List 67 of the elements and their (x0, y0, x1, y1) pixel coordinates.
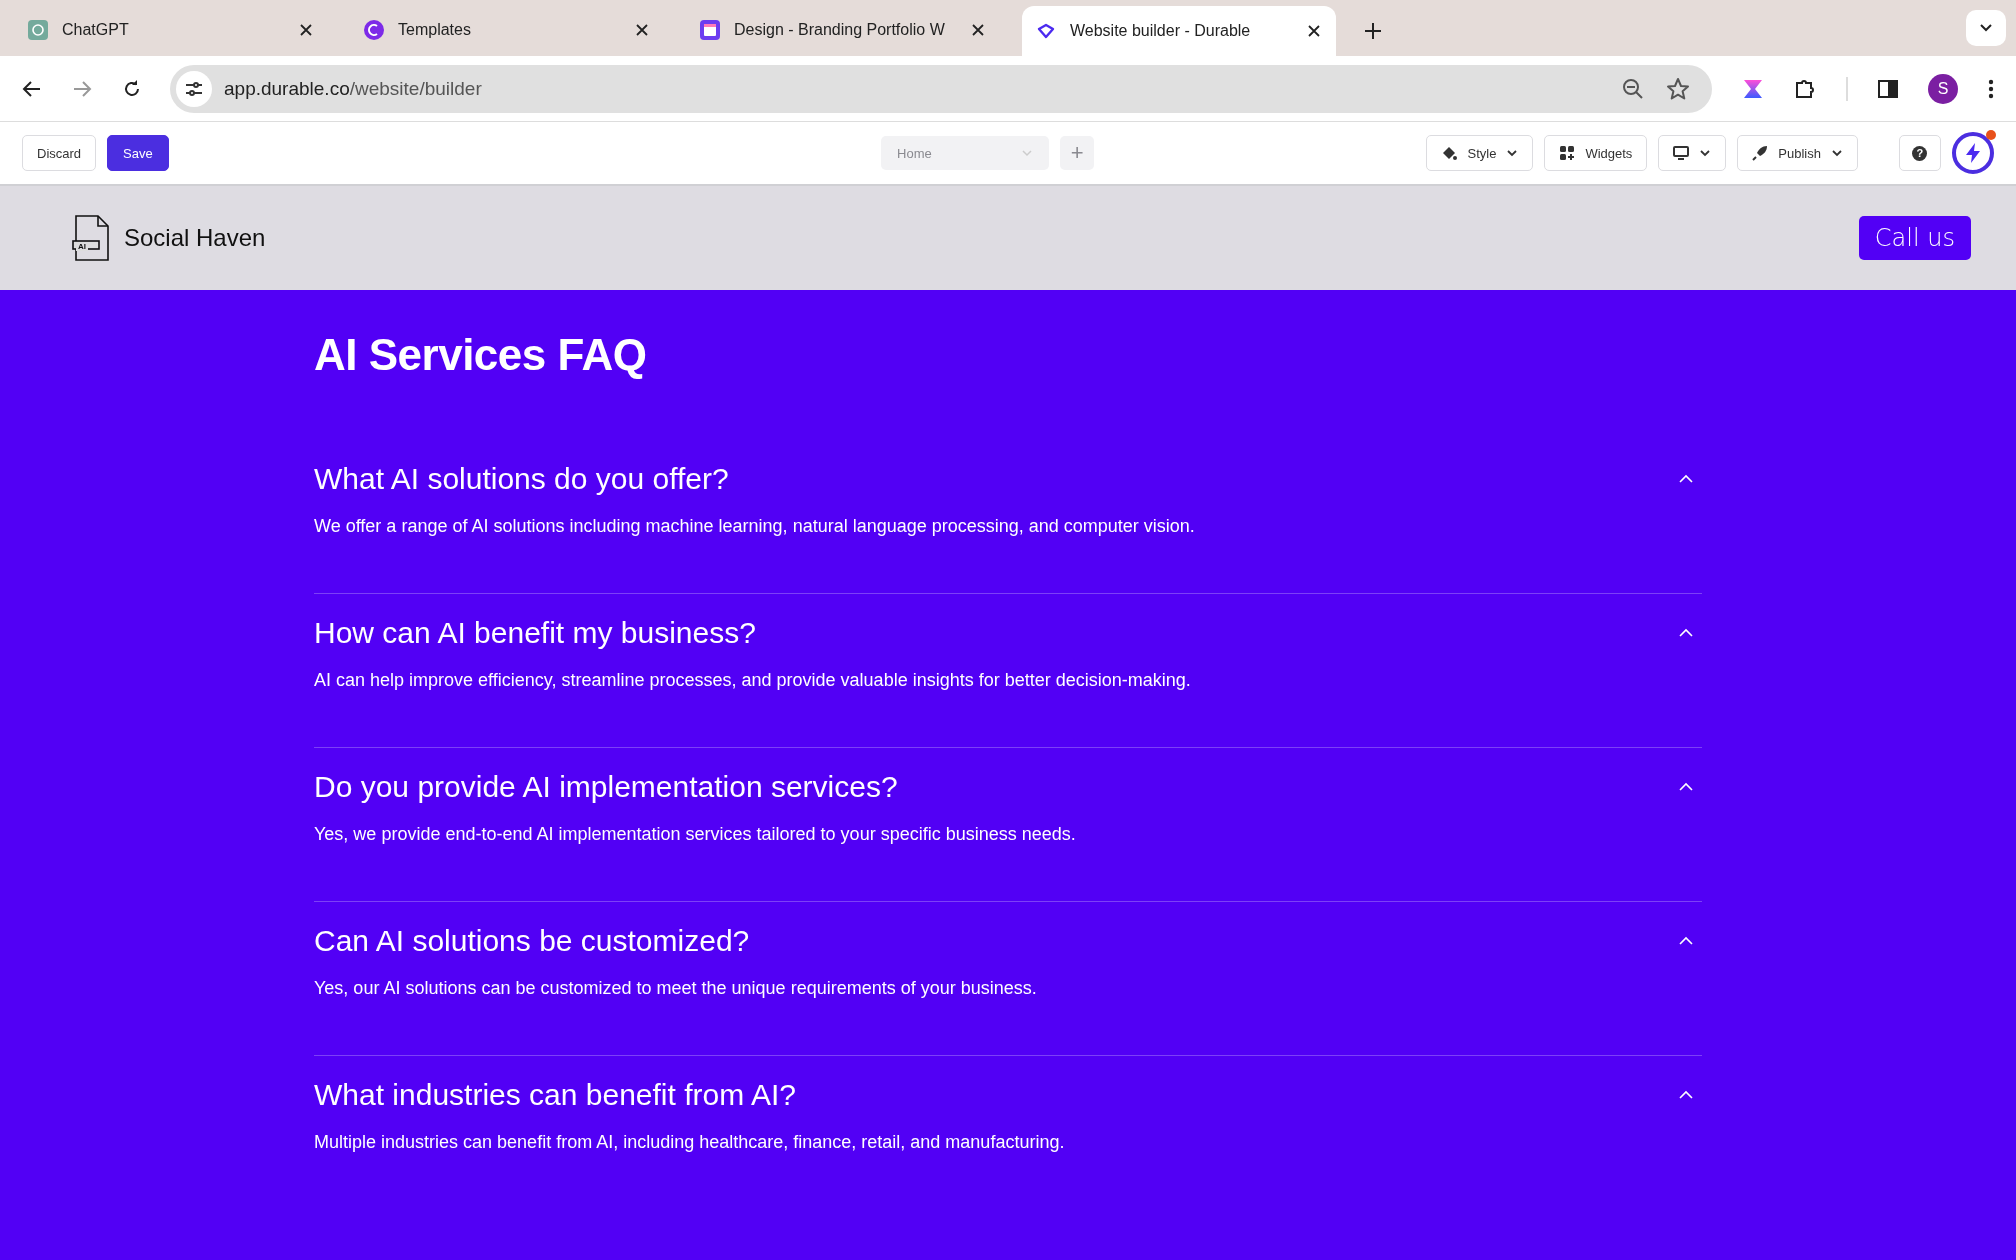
browser-tab[interactable]: Website builder - Durable (1022, 6, 1336, 56)
tab-title: Design - Branding Portfolio W (734, 21, 946, 39)
puzzle-piece-icon[interactable] (1794, 77, 1816, 100)
url-text: app.durable.co/website/builder (224, 77, 482, 100)
faq-answer: Multiple industries can benefit from AI, including healthcare, finance, retail, and manufacturing. (314, 1132, 1066, 1153)
faq-question[interactable]: Do you provide AI implementation services? (314, 770, 898, 804)
faq-answer: Yes, we provide end-to-end AI implementation services tailored to your specific business needs. (314, 824, 1077, 845)
notification-dot (1986, 130, 1996, 140)
faq-question[interactable]: How can AI benefit my business? (314, 616, 756, 650)
faq-title: AI Services FAQ (314, 330, 648, 380)
faq-answer: We offer a range of AI solutions including machine learning, natural language processing, and computer vision. (314, 516, 1196, 537)
widgets-grid-icon (1559, 145, 1576, 161)
logo-label: AI (76, 243, 88, 251)
site-info-button[interactable] (176, 70, 212, 107)
call-us-button[interactable]: Call us (1858, 216, 1971, 260)
chevron-down-icon (1506, 149, 1519, 157)
forward-arrow-icon[interactable] (72, 78, 92, 99)
tab-title: Website builder - Durable (1070, 22, 1252, 40)
discard-button[interactable]: Discard (22, 135, 97, 171)
chevron-down-icon (1831, 149, 1843, 157)
side-panel-icon[interactable] (1878, 78, 1898, 99)
tab-title: Templates (398, 21, 472, 39)
faq-question[interactable]: What industries can benefit from AI? (314, 1078, 796, 1112)
chevron-up-icon[interactable] (1678, 782, 1694, 792)
close-icon[interactable] (298, 22, 314, 38)
browser-tab[interactable]: ChatGPT (14, 6, 328, 54)
assistant-button[interactable] (1952, 132, 1994, 174)
tab-title: ChatGPT (62, 21, 130, 39)
chevron-up-icon[interactable] (1678, 474, 1694, 484)
tab-search-button[interactable] (1966, 10, 2006, 46)
faq-answer: AI can help improve efficiency, streamline processes, and provide valuable insights for better decision-making. (314, 670, 1192, 691)
browser-tab[interactable]: Design - Branding Portfolio W (686, 6, 1000, 54)
zoom-out-icon[interactable] (1622, 77, 1644, 100)
device-preview-button[interactable] (1658, 135, 1727, 171)
publish-button[interactable]: Publish (1737, 135, 1858, 171)
save-button[interactable]: Save (107, 135, 169, 171)
address-bar[interactable]: app.durable.co/website/builder (170, 64, 1712, 113)
hourglass-icon[interactable] (1742, 77, 1764, 100)
window-logo-icon (700, 20, 720, 40)
profile-avatar[interactable]: S (1928, 73, 1958, 104)
chevron-down-icon (1021, 149, 1034, 157)
chevron-down-icon (1699, 149, 1712, 157)
close-icon[interactable] (634, 22, 650, 38)
plus-icon[interactable] (1364, 22, 1382, 40)
reload-icon[interactable] (122, 78, 142, 99)
back-arrow-icon[interactable] (22, 78, 42, 99)
faq-answer: Yes, our AI solutions can be customized to meet the unique requirements of your business. (314, 978, 1038, 999)
close-icon[interactable] (1306, 23, 1322, 39)
style-button[interactable]: Style (1426, 135, 1534, 171)
more-menu-icon[interactable] (1988, 78, 1994, 99)
chevron-down-icon (1979, 23, 1993, 33)
lightning-bolt-icon (1963, 142, 1983, 164)
sliders-icon (185, 80, 203, 97)
faq-question[interactable]: Can AI solutions be customized? (314, 924, 750, 958)
letter-c-logo-icon (364, 20, 384, 40)
browser-tab[interactable]: Templates (350, 6, 664, 54)
widgets-button[interactable]: Widgets (1544, 135, 1648, 171)
star-icon[interactable] (1666, 76, 1690, 101)
diamond-logo-icon (1036, 21, 1056, 41)
chevron-up-icon[interactable] (1678, 1090, 1694, 1100)
chevron-up-icon[interactable] (1678, 936, 1694, 946)
chevron-up-icon[interactable] (1678, 628, 1694, 638)
brand-name: Social Haven (124, 224, 266, 252)
faq-question[interactable]: What AI solutions do you offer? (314, 462, 729, 496)
monitor-icon (1673, 145, 1690, 161)
close-icon[interactable] (970, 22, 986, 38)
help-button[interactable]: ? (1899, 135, 1941, 171)
